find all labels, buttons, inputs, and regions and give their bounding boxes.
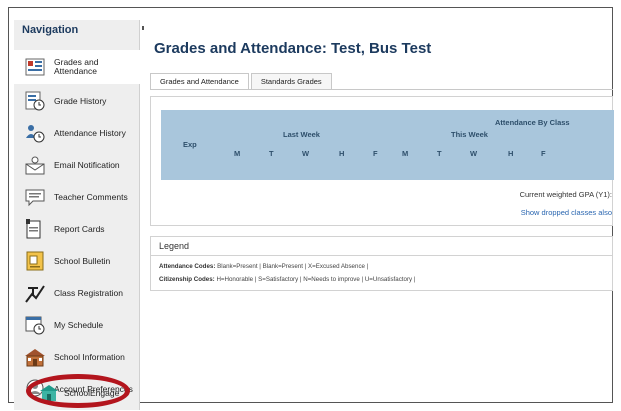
- attendance-codes-label: Attendance Codes:: [159, 263, 216, 270]
- grades-panel: Attendance By Class Exp Last Week This W…: [150, 96, 614, 226]
- show-dropped-classes-link[interactable]: Show dropped classes also: [521, 208, 612, 217]
- sidebar: Navigation Grades and Attendance Grade H…: [14, 20, 140, 410]
- day-header: M: [402, 149, 409, 158]
- sidebar-item-label: Grade History: [54, 95, 107, 106]
- last-week-header: Last Week: [283, 130, 320, 139]
- legend-panel: Legend Attendance Codes: Blank=Present |…: [150, 236, 613, 291]
- tab-standards-grades[interactable]: Standards Grades: [250, 73, 332, 90]
- sidebar-item-label: School Information: [54, 351, 125, 362]
- citizenship-codes-label: Citizenship Codes:: [159, 276, 215, 283]
- sidebar-item-class-registration[interactable]: Class Registration: [14, 276, 140, 310]
- school-icon: [24, 346, 46, 368]
- email-icon: [24, 154, 46, 176]
- sidebar-item-label: Attendance History: [54, 127, 126, 138]
- tick-mark: [142, 26, 144, 30]
- day-header: T: [437, 149, 442, 158]
- exp-header: Exp: [183, 140, 197, 149]
- grades-attendance-icon: [24, 56, 46, 78]
- attendance-history-icon: [24, 122, 46, 144]
- report-card-icon: [24, 218, 46, 240]
- legend-title: Legend: [159, 241, 190, 251]
- sidebar-item-label: School Bulletin: [54, 255, 111, 266]
- sidebar-item-label: My Schedule: [54, 319, 104, 330]
- highlight-oval: [26, 374, 130, 408]
- sidebar-item-email-notification[interactable]: Email Notification: [14, 148, 140, 182]
- gpa-text: Current weighted GPA (Y1):: [519, 190, 612, 199]
- tab-divider: [150, 89, 613, 90]
- attendance-table-header: Attendance By Class Exp Last Week This W…: [161, 110, 614, 180]
- sidebar-item-school-information[interactable]: School Information: [14, 340, 140, 374]
- bulletin-icon: [24, 250, 46, 272]
- sidebar-item-school-bulletin[interactable]: School Bulletin: [14, 244, 140, 278]
- sidebar-item-my-schedule[interactable]: My Schedule: [14, 308, 140, 342]
- citizenship-codes-line: Citizenship Codes: H=Honorable | S=Satis…: [159, 276, 415, 283]
- nav-title: Navigation: [22, 24, 79, 36]
- sidebar-item-grade-history[interactable]: Grade History: [14, 84, 140, 118]
- page-title: Grades and Attendance: Test, Bus Test: [154, 40, 432, 57]
- day-header: F: [541, 149, 546, 158]
- day-header: H: [339, 149, 345, 158]
- day-header: W: [470, 149, 478, 158]
- legend-divider: [151, 255, 612, 256]
- sidebar-item-report-cards[interactable]: Report Cards: [14, 212, 140, 246]
- sidebar-item-grades-attendance[interactable]: Grades and Attendance: [14, 50, 140, 84]
- attendance-by-class-header: Attendance By Class: [495, 118, 570, 127]
- day-header: H: [508, 149, 514, 158]
- this-week-header: This Week: [451, 130, 488, 139]
- registration-icon: [24, 282, 46, 304]
- day-header: M: [234, 149, 241, 158]
- sidebar-item-teacher-comments[interactable]: Teacher Comments: [14, 180, 140, 214]
- citizenship-codes-text: H=Honorable | S=Satisfactory | N=Needs t…: [216, 276, 416, 283]
- attendance-codes-text: Blank=Present | Blank=Present | X=Excuse…: [217, 263, 369, 270]
- sidebar-item-attendance-history[interactable]: Attendance History: [14, 116, 140, 150]
- sidebar-item-label: Report Cards: [54, 223, 105, 234]
- grade-history-icon: [24, 90, 46, 112]
- schedule-icon: [24, 314, 46, 336]
- sidebar-item-label: Class Registration: [54, 287, 123, 298]
- day-header: W: [302, 149, 310, 158]
- tab-grades-and-attendance[interactable]: Grades and Attendance: [150, 73, 249, 90]
- day-header: T: [269, 149, 274, 158]
- sidebar-item-label: Email Notification: [54, 159, 120, 170]
- sidebar-item-label: Teacher Comments: [54, 191, 128, 202]
- tab-bar: Grades and Attendance Standards Grades: [150, 73, 334, 90]
- attendance-codes-line: Attendance Codes: Blank=Present | Blank=…: [159, 263, 368, 270]
- comments-icon: [24, 186, 46, 208]
- sidebar-item-label: Grades and Attendance: [54, 57, 99, 76]
- day-header: F: [373, 149, 378, 158]
